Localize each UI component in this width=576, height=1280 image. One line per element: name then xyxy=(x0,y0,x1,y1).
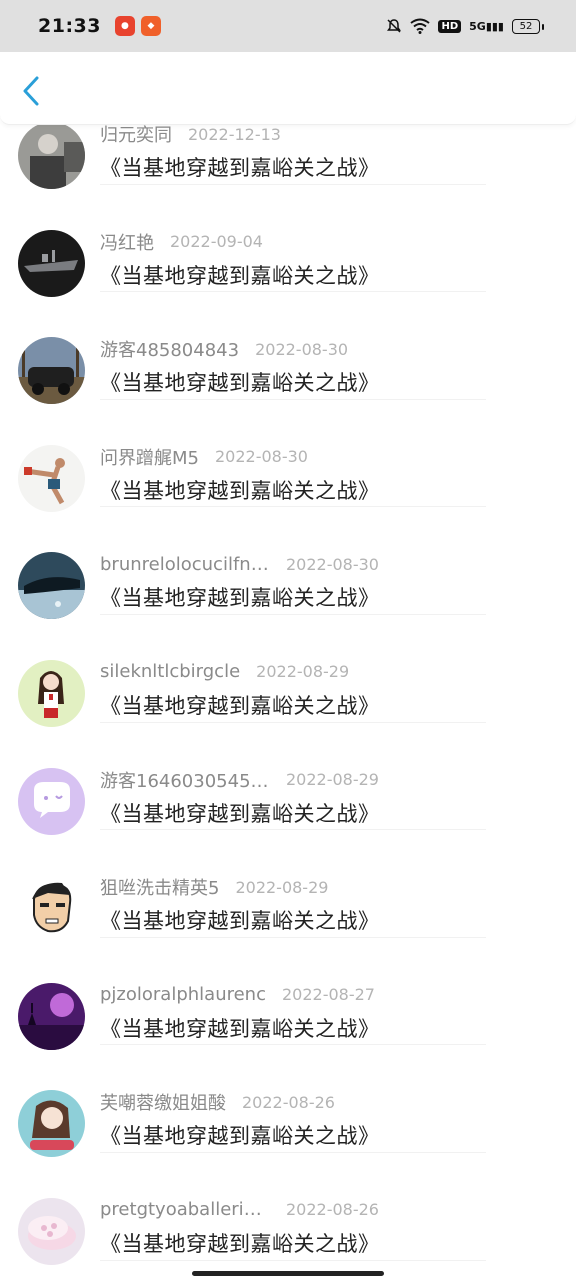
avatar[interactable] xyxy=(18,659,85,727)
item-meta: sileknltlcbirgcle 2022-08-29 xyxy=(100,659,349,685)
book-title[interactable]: 《当基地穿越到嘉峪关之战》 xyxy=(100,798,380,828)
username[interactable]: 芙嘲蓉缴姐姐酸 xyxy=(100,1089,226,1115)
reader-list: 归元奕同 2022-12-13 《当基地穿越到嘉峪关之战》 冯红艳 2022-0… xyxy=(0,77,576,1265)
list-item[interactable]: pretgtyoaballerina... 2022-08-26 《当基地穿越到… xyxy=(0,1153,576,1265)
username[interactable]: pretgtyoaballerina... xyxy=(100,1199,270,1220)
list-item[interactable]: pjzoloralphlaurenc 2022-08-27 《当基地穿越到嘉峪关… xyxy=(0,938,576,1050)
list-item[interactable]: 狙咝洗击精英5 2022-08-29 《当基地穿越到嘉峪关之战》 xyxy=(0,830,576,943)
date: 2022-08-26 xyxy=(242,1092,335,1112)
book-title[interactable]: 《当基地穿越到嘉峪关之战》 xyxy=(100,475,380,505)
item-meta: 游客485804843 2022-08-30 xyxy=(100,336,348,362)
list-item[interactable]: 问界蹭艉M5 2022-08-30 《当基地穿越到嘉峪关之战》 xyxy=(0,400,576,512)
notification-badges: ● ◆ xyxy=(114,16,161,36)
username[interactable]: 问界蹭艉M5 xyxy=(100,444,199,470)
date: 2022-08-29 xyxy=(235,877,329,897)
book-title[interactable]: 《当基地穿越到嘉峪关之战》 xyxy=(100,905,380,935)
username[interactable]: brunrelolocucilfne... xyxy=(100,554,270,575)
book-title[interactable]: 《当基地穿越到嘉峪关之战》 xyxy=(100,260,380,290)
avatar[interactable] xyxy=(18,1090,85,1158)
navigation-bar xyxy=(0,52,576,125)
item-meta: pretgtyoaballerina... 2022-08-26 xyxy=(100,1197,379,1223)
wifi-icon xyxy=(410,18,431,34)
item-meta: 游客16460305456... 2022-08-29 xyxy=(100,767,379,793)
avatar[interactable] xyxy=(18,122,85,189)
battery-icon: 52 xyxy=(512,18,544,34)
username[interactable]: pjzoloralphlaurenc xyxy=(100,984,266,1005)
book-title[interactable]: 《当基地穿越到嘉峪关之战》 xyxy=(100,690,380,720)
item-meta: pjzoloralphlaurenc 2022-08-27 xyxy=(100,982,375,1008)
chevron-left-icon xyxy=(23,76,39,106)
hd-icon: HD xyxy=(438,19,462,33)
avatar[interactable] xyxy=(18,1197,85,1265)
username[interactable]: 冯红艳 xyxy=(100,229,154,255)
book-title[interactable]: 《当基地穿越到嘉峪关之战》 xyxy=(100,1013,380,1043)
date: 2022-08-30 xyxy=(286,554,379,574)
date: 2022-08-27 xyxy=(282,985,375,1005)
avatar[interactable] xyxy=(18,229,85,297)
username[interactable]: 狙咝洗击精英5 xyxy=(100,874,219,900)
item-meta: 问界蹭艉M5 2022-08-30 xyxy=(100,444,308,470)
signal-5g-icon: 5G▮▮▮ xyxy=(469,20,504,33)
mute-bell-icon xyxy=(387,19,402,33)
list-item[interactable]: 芙嘲蓉缴姐姐酸 2022-08-26 《当基地穿越到嘉峪关之战》 xyxy=(0,1045,576,1158)
date: 2022-09-04 xyxy=(170,232,263,252)
status-time: 21:33 xyxy=(38,15,101,37)
date: 2022-12-13 xyxy=(188,124,281,144)
list-item[interactable]: 游客485804843 2022-08-30 《当基地穿越到嘉峪关之战》 xyxy=(0,292,576,405)
date: 2022-08-29 xyxy=(286,770,379,790)
signal-bars: ▮▮▮ xyxy=(485,19,504,33)
list-item[interactable]: 游客16460305456... 2022-08-29 《当基地穿越到嘉峪关之战… xyxy=(0,723,576,835)
book-title[interactable]: 《当基地穿越到嘉峪关之战》 xyxy=(100,1120,380,1150)
signal-label: 5G xyxy=(469,19,486,33)
item-meta: brunrelolocucilfne... 2022-08-30 xyxy=(100,551,379,577)
item-meta: 芙嘲蓉缴姐姐酸 2022-08-26 xyxy=(100,1089,335,1115)
username[interactable]: 游客485804843 xyxy=(100,336,239,362)
status-bar: 21:33 ● ◆ HD 5G▮▮▮ 52 xyxy=(0,0,576,52)
book-title[interactable]: 《当基地穿越到嘉峪关之战》 xyxy=(100,1228,380,1258)
list-item[interactable]: sileknltlcbirgcle 2022-08-29 《当基地穿越到嘉峪关之… xyxy=(0,615,576,727)
book-title[interactable]: 《当基地穿越到嘉峪关之战》 xyxy=(100,582,380,612)
book-title[interactable]: 《当基地穿越到嘉峪关之战》 xyxy=(100,152,380,182)
home-indicator[interactable] xyxy=(192,1271,384,1276)
book-title[interactable]: 《当基地穿越到嘉峪关之战》 xyxy=(100,367,380,397)
avatar[interactable] xyxy=(18,552,85,620)
avatar[interactable] xyxy=(18,767,85,835)
date: 2022-08-30 xyxy=(255,339,349,359)
app-badge-1-icon: ● xyxy=(114,16,135,36)
list-item[interactable]: 冯红艳 2022-09-04 《当基地穿越到嘉峪关之战》 xyxy=(0,185,576,297)
avatar[interactable] xyxy=(18,337,85,405)
avatar[interactable] xyxy=(18,982,85,1050)
item-meta: 冯红艳 2022-09-04 xyxy=(100,229,263,255)
username[interactable]: sileknltlcbirgcle xyxy=(100,661,240,682)
username[interactable]: 游客16460305456... xyxy=(100,767,270,793)
back-button[interactable] xyxy=(14,74,48,108)
date: 2022-08-29 xyxy=(256,662,350,682)
list-item[interactable]: brunrelolocucilfne... 2022-08-30 《当基地穿越到… xyxy=(0,507,576,620)
avatar[interactable] xyxy=(18,444,85,512)
avatar[interactable] xyxy=(18,875,85,943)
date: 2022-08-26 xyxy=(286,1200,379,1220)
system-status-icons: HD 5G▮▮▮ 52 xyxy=(386,18,544,34)
battery-level: 52 xyxy=(519,20,533,32)
date: 2022-08-30 xyxy=(214,447,308,467)
app-badge-2-icon: ◆ xyxy=(140,16,161,36)
item-meta: 狙咝洗击精英5 2022-08-29 xyxy=(100,874,328,900)
